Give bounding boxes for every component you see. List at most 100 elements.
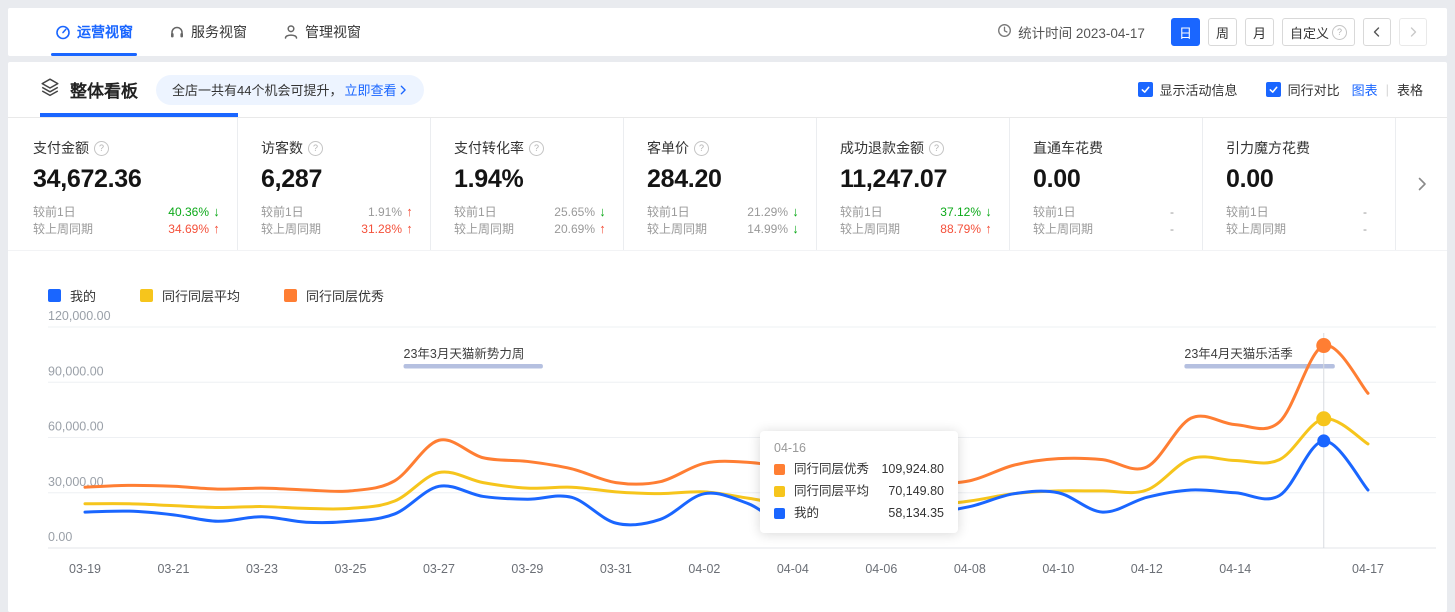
tab-label: 管理视窗 — [305, 22, 361, 42]
help-icon[interactable] — [529, 141, 544, 156]
series-swatch — [140, 289, 153, 302]
view-chart-toggle[interactable]: 图表 — [1352, 80, 1378, 99]
metric-card-conversion-rate[interactable]: 支付转化率 1.94% 较前1日25.65%↓ 较上周同期20.69%↑ — [431, 118, 624, 250]
metric-title: 引力魔方花费 — [1226, 138, 1310, 158]
header-right-controls: 显示活动信息 同行对比 图表 | 表格 — [1110, 80, 1423, 99]
pct-value: 25.65% — [554, 204, 595, 220]
metric-value: 34,672.36 — [33, 162, 224, 196]
compare-label: 较上周同期 — [1226, 221, 1286, 237]
metric-card-ztc-cost[interactable]: 直通车花费 0.00 较前1日- 较上周同期- — [1010, 118, 1203, 250]
tab-operation-view[interactable]: 运营视窗 — [55, 8, 133, 56]
help-icon[interactable] — [94, 141, 109, 156]
compare-label: 较前1日 — [647, 204, 690, 220]
trend-chart-section: 我的 同行同层平均 同行同层优秀 0.0030,000.0060,000.009… — [8, 287, 1447, 581]
chevron-right-icon — [1414, 176, 1430, 192]
compare-label: 较上周同期 — [1033, 221, 1093, 237]
period-week-button[interactable]: 周 — [1208, 18, 1237, 46]
tooltip-series-value: 58,134.35 — [888, 506, 944, 521]
svg-text:23年4月天猫乐活季: 23年4月天猫乐活季 — [1184, 347, 1293, 361]
tab-label: 运营视窗 — [77, 22, 133, 42]
legend-label: 同行同层平均 — [162, 286, 240, 305]
compare-label: 较前1日 — [33, 204, 76, 220]
pct-value: 37.12% — [940, 204, 981, 220]
pct-value: 40.36% — [168, 204, 209, 220]
svg-text:90,000.00: 90,000.00 — [48, 364, 104, 378]
pct-value: - — [1170, 204, 1174, 220]
tooltip-series-value: 109,924.80 — [881, 462, 944, 477]
metric-card-avg-order-value[interactable]: 客单价 284.20 较前1日21.29%↓ 较上周同期14.99%↓ — [624, 118, 817, 250]
legend-item-peer-average[interactable]: 同行同层平均 — [140, 286, 240, 305]
tab-overall-board[interactable]: 整体看板 — [40, 77, 138, 102]
layers-icon — [40, 77, 60, 102]
line-chart-canvas[interactable]: 0.0030,000.0060,000.0090,000.00120,000.0… — [8, 311, 1447, 581]
metric-title: 访客数 — [261, 138, 303, 158]
trend-arrow-icon: ↑ — [402, 221, 417, 237]
period-custom-button[interactable]: 自定义 — [1282, 18, 1355, 46]
prev-date-button[interactable] — [1363, 18, 1391, 46]
compare-label: 较上周同期 — [840, 221, 900, 237]
legend-item-peer-excellent[interactable]: 同行同层优秀 — [284, 286, 384, 305]
top-navbar: 运营视窗 服务视窗 管理视窗 统计时间 2023-04-17 — [8, 8, 1447, 56]
metric-value: 1.94% — [454, 162, 610, 196]
trend-arrow-icon: ↓ — [209, 204, 224, 220]
svg-text:120,000.00: 120,000.00 — [48, 311, 111, 323]
metric-card-ylmf-cost[interactable]: 引力魔方花费 0.00 较前1日- 较上周同期- — [1203, 118, 1396, 250]
clock-icon — [997, 23, 1012, 41]
metric-card-visitors[interactable]: 访客数 6,287 较前1日1.91%↑ 较上周同期31.28%↑ — [238, 118, 431, 250]
legend-label: 我的 — [70, 286, 96, 305]
pct-value: 31.28% — [361, 221, 402, 237]
compare-label: 较前1日 — [454, 204, 497, 220]
compare-label: 较上周同期 — [33, 221, 93, 237]
stat-time: 统计时间 2023-04-17 — [997, 22, 1145, 42]
metric-title: 直通车花费 — [1033, 138, 1103, 158]
show-activity-checkbox[interactable]: 显示活动信息 — [1138, 80, 1238, 99]
legend-item-mine[interactable]: 我的 — [48, 286, 96, 305]
svg-text:03-29: 03-29 — [511, 562, 543, 576]
peer-compare-checkbox[interactable]: 同行对比 — [1266, 80, 1340, 99]
pct-value: 88.79% — [940, 221, 981, 237]
pct-value: 21.29% — [747, 204, 788, 220]
svg-text:03-25: 03-25 — [334, 562, 366, 576]
compare-label: 较前1日 — [1226, 204, 1269, 220]
period-day-button[interactable]: 日 — [1171, 18, 1200, 46]
cards-next-button[interactable] — [1396, 118, 1447, 250]
tooltip-date: 04-16 — [774, 441, 944, 455]
chevron-right-icon — [398, 85, 408, 95]
help-icon[interactable] — [929, 141, 944, 156]
metric-value: 6,287 — [261, 162, 417, 196]
series-swatch — [48, 289, 61, 302]
tab-management-view[interactable]: 管理视窗 — [283, 8, 361, 56]
compare-label: 较上周同期 — [454, 221, 514, 237]
metric-card-payment-amount[interactable]: 支付金额 34,672.36 较前1日40.36%↓ 较上周同期34.69%↑ — [8, 118, 238, 250]
tooltip-series-name: 我的 — [794, 506, 819, 521]
pct-value: - — [1170, 221, 1174, 237]
tab-label: 服务视窗 — [191, 22, 247, 42]
tab-service-view[interactable]: 服务视窗 — [169, 8, 247, 56]
gauge-icon — [55, 24, 71, 40]
compare-label: 较上周同期 — [261, 221, 321, 237]
person-icon — [283, 24, 299, 40]
view-now-link[interactable]: 立即查看 — [344, 80, 408, 99]
trend-arrow-icon: ↓ — [788, 204, 803, 220]
help-icon[interactable] — [308, 141, 323, 156]
tooltip-row: 同行同层优秀 109,924.80 — [774, 462, 944, 477]
metric-card-refund-amount[interactable]: 成功退款金额 11,247.07 较前1日37.12%↓ 较上周同期88.79%… — [817, 118, 1010, 250]
trend-arrow-icon: ↓ — [981, 204, 996, 220]
view-tabs: 运营视窗 服务视窗 管理视窗 — [55, 8, 361, 56]
next-date-button[interactable] — [1399, 18, 1427, 46]
view-table-toggle[interactable]: 表格 — [1397, 80, 1423, 99]
svg-text:04-02: 04-02 — [688, 562, 720, 576]
help-icon — [1332, 25, 1347, 40]
svg-text:23年3月天猫新势力周: 23年3月天猫新势力周 — [404, 346, 525, 361]
svg-text:03-31: 03-31 — [600, 562, 632, 576]
series-swatch — [774, 464, 785, 475]
svg-text:04-08: 04-08 — [954, 562, 986, 576]
metric-title: 支付转化率 — [454, 138, 524, 158]
trend-arrow-icon: ↑ — [402, 204, 417, 220]
period-month-button[interactable]: 月 — [1245, 18, 1274, 46]
svg-text:04-14: 04-14 — [1219, 562, 1251, 576]
chart-legend: 我的 同行同层平均 同行同层优秀 — [48, 287, 1447, 303]
help-icon[interactable] — [694, 141, 709, 156]
metric-value: 11,247.07 — [840, 162, 996, 196]
chevron-left-icon — [1371, 26, 1383, 38]
